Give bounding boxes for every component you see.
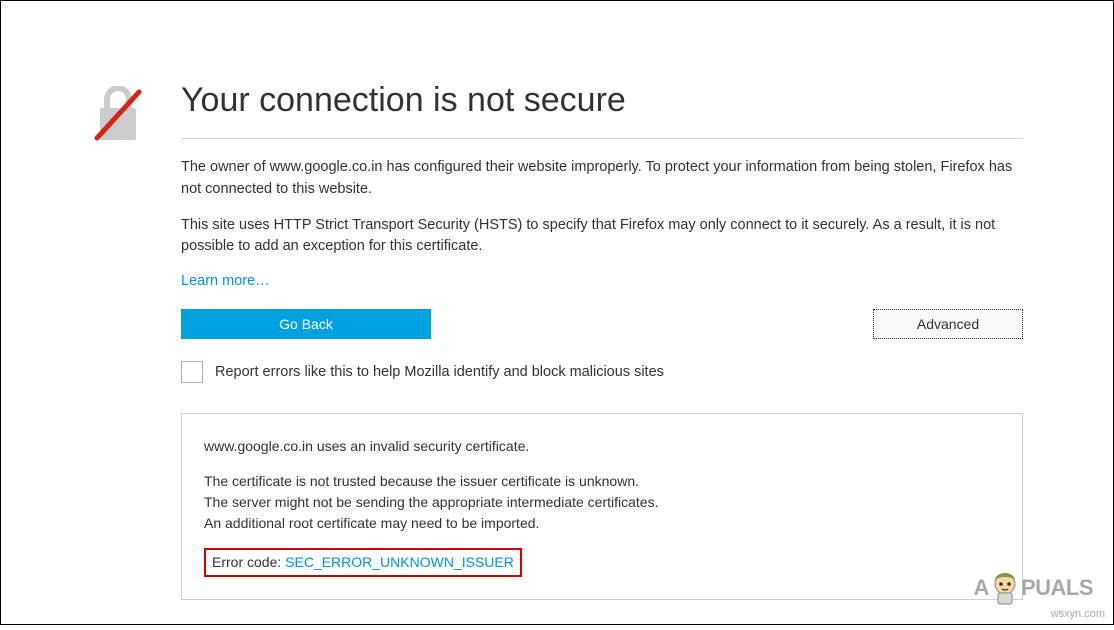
appuals-logo: A PUALS [974,570,1093,606]
watermark-text: wsxyn.com [1051,608,1105,620]
learn-more-link[interactable]: Learn more… [181,273,270,289]
details-intermediate: The server might not be sending the appr… [204,494,658,510]
logo-text-post: PUALS [1021,575,1093,601]
insecure-lock-icon [91,86,145,146]
details-not-trusted: The certificate is not trusted because t… [204,473,639,489]
error-page-container: Your connection is not secure The owner … [1,1,1113,630]
go-back-button[interactable]: Go Back [181,309,431,339]
report-errors-label: Report errors like this to help Mozilla … [215,364,664,380]
error-code-label: Error code: [212,554,285,570]
error-code-highlight: Error code: SEC_ERROR_UNKNOWN_ISSUER [204,548,522,577]
certificate-details-box: www.google.co.in uses an invalid securit… [181,413,1023,600]
error-code-link[interactable]: SEC_ERROR_UNKNOWN_ISSUER [285,554,514,570]
details-reasons: The certificate is not trusted because t… [204,471,1000,534]
icon-column [91,81,151,600]
description-owner: The owner of www.google.co.in has config… [181,157,1023,201]
description-hsts: This site uses HTTP Strict Transport Sec… [181,215,1023,259]
details-invalid-cert: www.google.co.in uses an invalid securit… [204,436,1000,457]
page-title: Your connection is not secure [181,81,1023,139]
mascot-icon [987,570,1023,606]
details-root-cert: An additional root certificate may need … [204,515,539,531]
content-column: Your connection is not secure The owner … [181,81,1023,600]
advanced-button[interactable]: Advanced [873,309,1023,339]
report-errors-row: Report errors like this to help Mozilla … [181,361,1023,383]
button-row: Go Back Advanced [181,309,1023,339]
report-errors-checkbox[interactable] [181,361,203,383]
error-code-row: Error code: SEC_ERROR_UNKNOWN_ISSUER [204,548,1000,577]
